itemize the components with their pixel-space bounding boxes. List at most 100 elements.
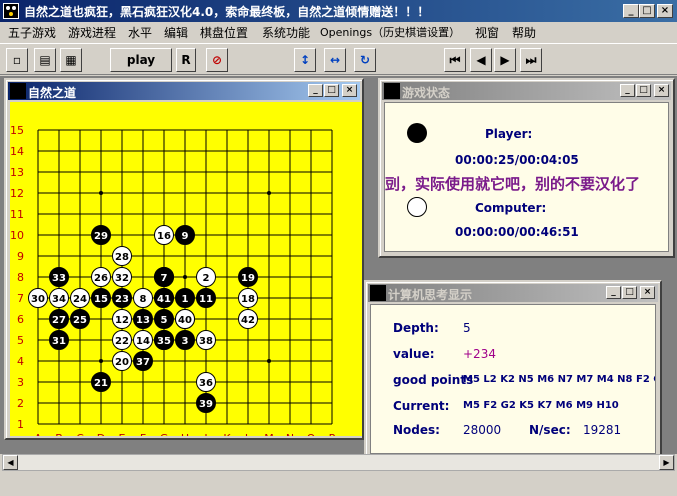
- column-label: K: [223, 432, 231, 436]
- row-label: 9: [17, 250, 24, 263]
- menu-openings[interactable]: Openings（历史棋谱设置）: [320, 24, 460, 40]
- last-move-icon[interactable]: ⏭: [520, 48, 542, 72]
- star-point: [267, 191, 271, 195]
- column-label: P: [329, 432, 336, 436]
- stone-number: 26: [94, 273, 108, 284]
- rotate-icon[interactable]: ↻: [354, 48, 376, 72]
- menu-help[interactable]: 帮助: [512, 24, 536, 41]
- board-window-icon: [10, 83, 26, 99]
- menu-progress[interactable]: 游戏进程: [68, 24, 116, 41]
- think-close-icon[interactable]: ×: [640, 286, 655, 299]
- stone-number: 37: [136, 357, 150, 368]
- status-window-titlebar[interactable]: 游戏状态 _ □ ×: [382, 82, 671, 100]
- board-close-icon[interactable]: ×: [342, 84, 357, 97]
- status-minimize-icon[interactable]: _: [620, 84, 635, 97]
- new-file-icon[interactable]: ▫: [6, 48, 28, 72]
- current-label: Current:: [393, 399, 450, 413]
- computer-label: Computer:: [475, 201, 547, 215]
- think-minimize-icon[interactable]: _: [606, 286, 621, 299]
- horizontal-scrollbar[interactable]: ◀ ▶: [2, 454, 675, 471]
- stone-number: 23: [115, 294, 129, 305]
- nsec-label: N/sec:: [529, 423, 571, 437]
- good-points-value: M5 L2 K2 N5 M6 N7 M7 M4 N8 F2 G2 C:: [463, 374, 655, 385]
- status-maximize-icon[interactable]: □: [636, 84, 651, 97]
- stone-number: 25: [73, 315, 87, 326]
- menu-game[interactable]: 五子游戏: [8, 24, 56, 41]
- banner-text: 剅，实际使用就它吧，别的不要汉化了: [385, 175, 641, 193]
- stone-number: 39: [199, 399, 213, 410]
- stone-black: 15: [91, 288, 111, 308]
- good-points-label: good points: [393, 373, 474, 387]
- row-label: 15: [10, 124, 24, 137]
- minimize-icon[interactable]: _: [623, 4, 639, 18]
- board-minimize-icon[interactable]: _: [308, 84, 323, 97]
- player-label: Player:: [485, 127, 533, 141]
- scroll-right-icon[interactable]: ▶: [659, 455, 674, 470]
- stone-number: 12: [115, 315, 129, 326]
- current-value: M5 F2 G2 K5 K7 M6 M9 H10: [463, 400, 619, 411]
- r-button[interactable]: R: [176, 48, 196, 72]
- column-label: F: [140, 432, 146, 436]
- stone-black: 25: [70, 309, 90, 329]
- star-point: [267, 359, 271, 363]
- stone-number: 7: [161, 273, 168, 284]
- column-label: I: [204, 432, 207, 436]
- menu-position[interactable]: 棋盘位置: [200, 24, 248, 41]
- board-maximize-icon[interactable]: □: [324, 84, 339, 97]
- stone-black: 29: [91, 225, 111, 245]
- open-file-icon[interactable]: ▤: [34, 48, 56, 72]
- stone-white: 24: [70, 288, 90, 308]
- column-label: H: [181, 432, 189, 436]
- next-move-icon[interactable]: ▶: [494, 48, 516, 72]
- board-svg[interactable]: 151413121110987654321ABCDEFGHIKLMNOP1234…: [10, 102, 362, 445]
- play-button[interactable]: play: [110, 48, 172, 72]
- stone-white: 38: [196, 330, 216, 350]
- stop-icon[interactable]: ⊘: [206, 48, 228, 72]
- stone-number: 11: [199, 294, 213, 305]
- menu-level[interactable]: 水平: [128, 24, 152, 41]
- stone-number: 32: [115, 273, 129, 284]
- flip-horizontal-icon[interactable]: ↔: [324, 48, 346, 72]
- column-label: A: [34, 432, 42, 436]
- first-move-icon[interactable]: ⏮: [444, 48, 466, 72]
- stone-white: 18: [238, 288, 258, 308]
- maximize-icon[interactable]: □: [639, 4, 655, 18]
- stone-black: 1: [175, 288, 195, 308]
- status-close-icon[interactable]: ×: [654, 84, 669, 97]
- stone-black: 37: [133, 351, 153, 371]
- stone-white: 26: [91, 267, 111, 287]
- stone-number: 8: [140, 294, 147, 305]
- menu-window[interactable]: 视窗: [475, 24, 499, 41]
- stone-white: 28: [112, 246, 132, 266]
- board-window-titlebar[interactable]: 自然之道 _ □ ×: [8, 82, 360, 100]
- nodes-value: 28000: [463, 423, 502, 437]
- app-icon: [3, 3, 19, 19]
- player-time: 00:00:25/00:04:05: [455, 153, 579, 167]
- stone-number: 22: [115, 336, 129, 347]
- column-label: C: [76, 432, 84, 436]
- flip-vertical-icon[interactable]: ↕: [294, 48, 316, 72]
- think-window-titlebar[interactable]: 计算机思考显示 _ □ ×: [368, 284, 658, 302]
- think-maximize-icon[interactable]: □: [622, 286, 637, 299]
- stone-black: 19: [238, 267, 258, 287]
- scroll-left-icon[interactable]: ◀: [3, 455, 18, 470]
- close-icon[interactable]: ×: [657, 4, 673, 18]
- prev-move-icon[interactable]: ◀: [470, 48, 492, 72]
- save-file-icon[interactable]: ▦: [60, 48, 82, 72]
- menu-edit[interactable]: 编辑: [164, 24, 188, 41]
- menu-bar: 五子游戏 游戏进程 水平 编辑 棋盘位置 系统功能 Openings（历史棋谱设…: [0, 22, 677, 42]
- row-label: 6: [17, 313, 24, 326]
- stone-number: 36: [199, 378, 213, 389]
- main-titlebar[interactable]: 自然之道也疯狂，黑石疯狂汉化4.0，索命最终板，自然之道倾情赠送！！！ _ □ …: [0, 0, 677, 22]
- menu-system[interactable]: 系统功能: [262, 24, 310, 41]
- column-label: N: [286, 432, 294, 436]
- row-label: 14: [10, 145, 24, 158]
- stone-number: 19: [241, 273, 255, 284]
- stone-white: 22: [112, 330, 132, 350]
- toolbar: ▫ ▤ ▦ play R ⊘ ↕ ↔ ↻ ⏮ ◀ ▶ ⏭: [0, 43, 677, 75]
- depth-label: Depth:: [393, 321, 439, 335]
- column-label: L: [245, 432, 252, 436]
- nodes-label: Nodes:: [393, 423, 440, 437]
- game-board[interactable]: 151413121110987654321ABCDEFGHIKLMNOP1234…: [10, 102, 362, 445]
- stone-number: 30: [31, 294, 45, 305]
